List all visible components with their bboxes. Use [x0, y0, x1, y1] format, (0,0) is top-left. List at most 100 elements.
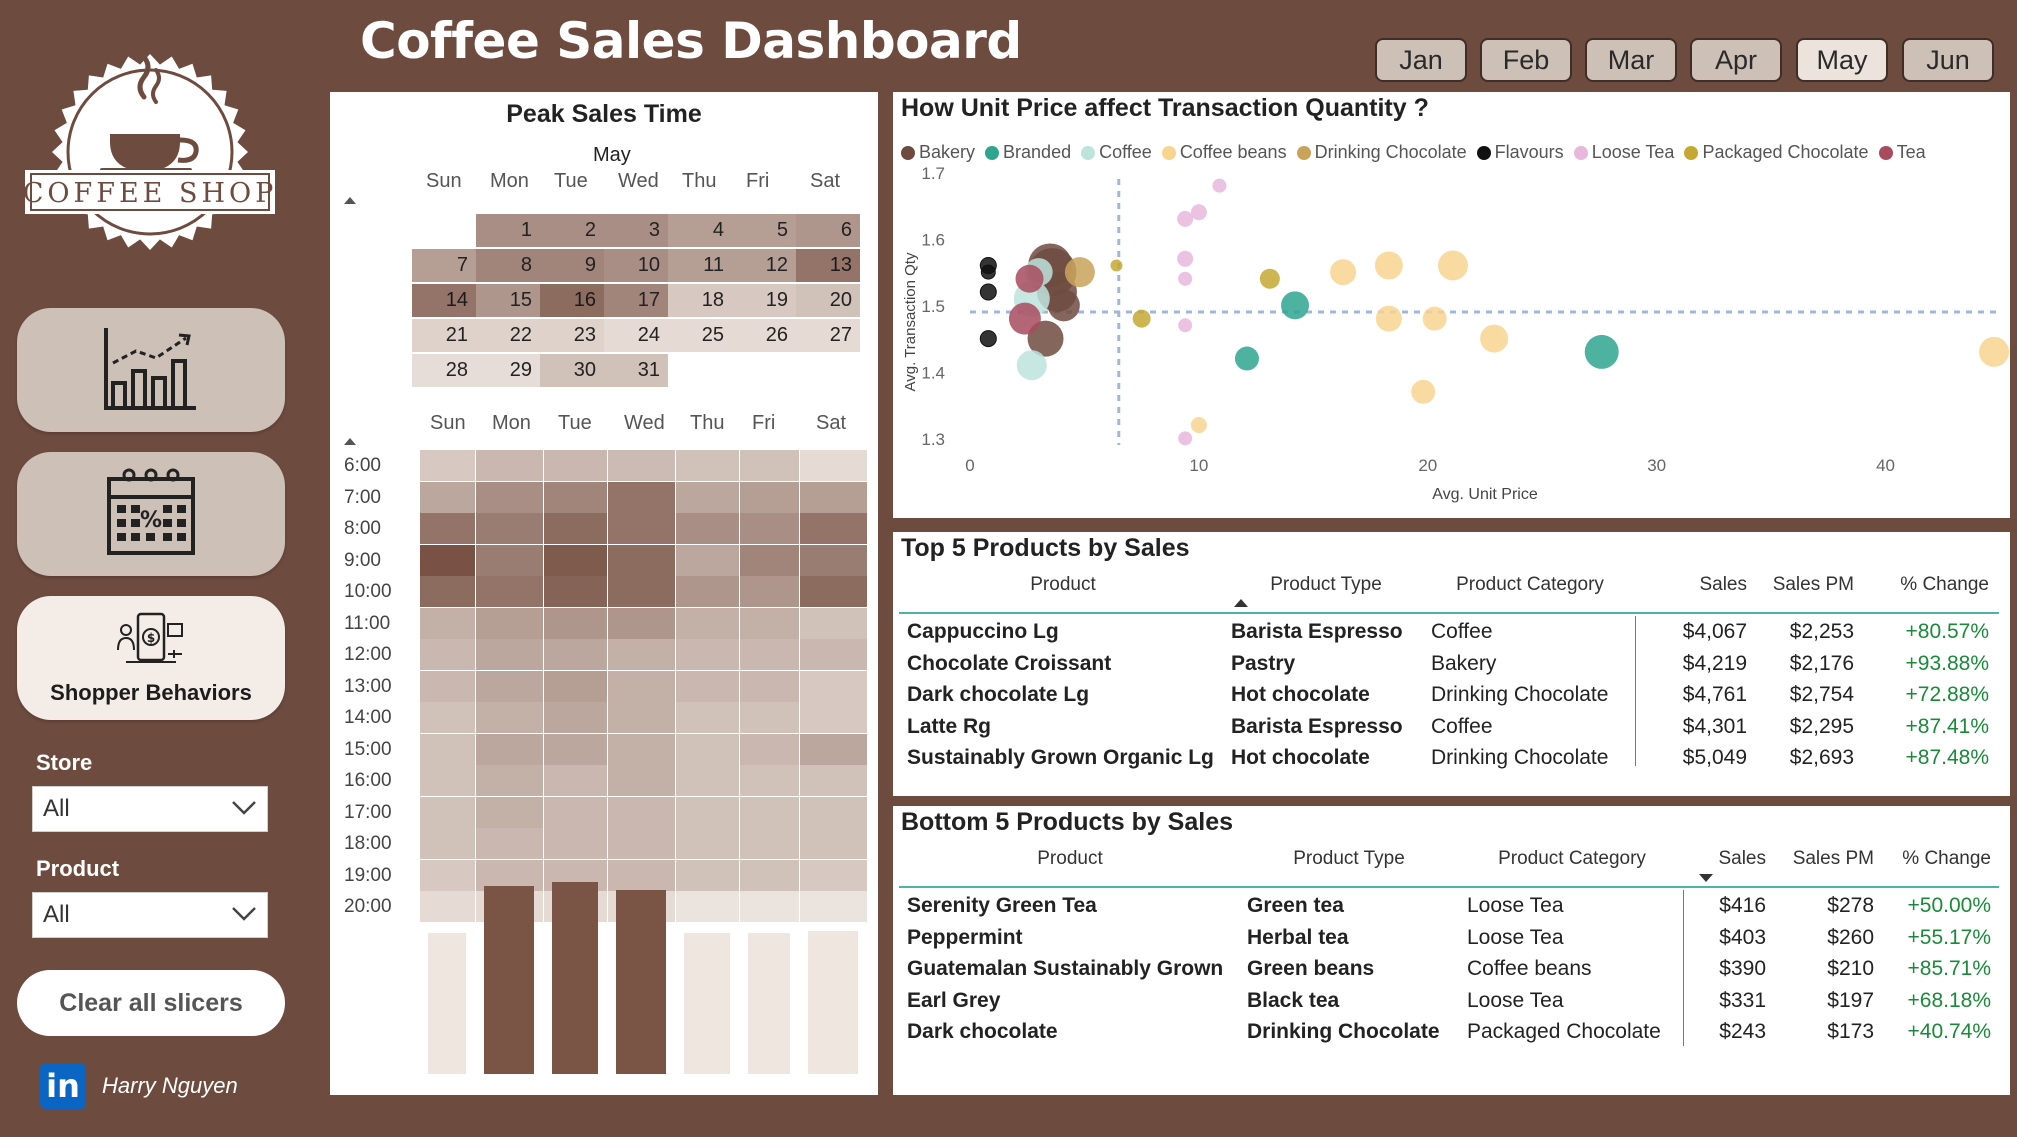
heatmap-cell[interactable]: [740, 828, 799, 859]
calendar-day-cell[interactable]: 19: [732, 284, 796, 317]
scatter-point[interactable]: [1190, 417, 1207, 434]
heatmap-cell[interactable]: [740, 733, 799, 765]
scatter-point[interactable]: [1584, 334, 1619, 369]
heatmap-cell[interactable]: [544, 576, 607, 607]
calendar-day-cell[interactable]: 27: [796, 319, 860, 352]
scatter-point[interactable]: [1375, 305, 1402, 332]
scatter-point[interactable]: [1330, 259, 1357, 286]
scatter-point[interactable]: [1480, 324, 1509, 353]
heatmap-cell[interactable]: [420, 639, 475, 670]
heatmap-cell[interactable]: [676, 670, 739, 702]
heatmap-cell[interactable]: [740, 607, 799, 639]
heatmap-cell[interactable]: [740, 481, 799, 513]
column-header[interactable]: Sales PM: [1793, 848, 1874, 870]
heatmap-cell[interactable]: [420, 828, 475, 859]
heatmap-cell[interactable]: [544, 733, 607, 765]
heatmap-cell[interactable]: [476, 702, 543, 733]
calendar-day-cell[interactable]: 15: [476, 284, 540, 317]
heatmap-cell[interactable]: [676, 481, 739, 513]
calendar-day-cell[interactable]: 7: [412, 249, 476, 282]
sort-ascending-icon[interactable]: [344, 197, 356, 204]
calendar-day-cell[interactable]: 30: [540, 354, 604, 387]
heatmap-cell[interactable]: [800, 891, 867, 922]
heatmap-cell[interactable]: [476, 481, 543, 513]
month-button-mar[interactable]: Mar: [1585, 38, 1677, 82]
scatter-point[interactable]: [1437, 250, 1468, 281]
heatmap-cell[interactable]: [800, 513, 867, 544]
heatmap-cell[interactable]: [800, 450, 867, 481]
column-header[interactable]: Sales: [1718, 848, 1766, 870]
calendar-day-cell[interactable]: 21: [412, 319, 476, 352]
weekday-sales-bar[interactable]: [684, 932, 730, 1074]
heatmap-cell[interactable]: [544, 796, 607, 828]
clear-all-slicers-button[interactable]: Clear all slicers: [17, 970, 285, 1036]
heatmap-cell[interactable]: [608, 576, 675, 607]
heatmap-cell[interactable]: [544, 513, 607, 544]
heatmap-cell[interactable]: [676, 733, 739, 765]
heatmap-cell[interactable]: [476, 544, 543, 576]
scatter-point[interactable]: [1015, 264, 1044, 293]
scatter-point[interactable]: [1047, 289, 1080, 322]
nav-shopper-behaviors-button[interactable]: $ Shopper Behaviors: [17, 596, 285, 720]
calendar-day-cell[interactable]: 13: [796, 249, 860, 282]
heatmap-cell[interactable]: [420, 859, 475, 891]
heatmap-cell[interactable]: [420, 733, 475, 765]
heatmap-cell[interactable]: [608, 639, 675, 670]
calendar-day-cell[interactable]: 5: [732, 214, 796, 247]
heatmap-cell[interactable]: [740, 796, 799, 828]
month-button-may[interactable]: May: [1796, 38, 1888, 82]
heatmap-cell[interactable]: [476, 450, 543, 481]
calendar-day-cell[interactable]: 17: [604, 284, 668, 317]
heatmap-cell[interactable]: [740, 891, 799, 922]
heatmap-cell[interactable]: [476, 607, 543, 639]
heatmap-cell[interactable]: [420, 481, 475, 513]
heatmap-cell[interactable]: [800, 702, 867, 733]
scatter-point[interactable]: [1979, 336, 2009, 367]
scatter-point[interactable]: [1178, 271, 1193, 286]
heatmap-cell[interactable]: [608, 481, 675, 513]
heatmap-cell[interactable]: [420, 796, 475, 828]
scatter-point[interactable]: [1016, 350, 1047, 381]
column-header[interactable]: % Change: [1902, 848, 1991, 870]
calendar-day-cell[interactable]: 4: [668, 214, 732, 247]
heatmap-cell[interactable]: [676, 513, 739, 544]
column-header[interactable]: Product Category: [1456, 574, 1604, 596]
linkedin-icon[interactable]: in: [40, 1063, 86, 1109]
heatmap-cell[interactable]: [676, 576, 739, 607]
heatmap-cell[interactable]: [420, 670, 475, 702]
heatmap-cell[interactable]: [676, 702, 739, 733]
calendar-day-cell[interactable]: 22: [476, 319, 540, 352]
nav-sales-overview-button[interactable]: [17, 308, 285, 432]
calendar-day-cell[interactable]: 16: [540, 284, 604, 317]
heatmap-cell[interactable]: [800, 828, 867, 859]
heatmap-cell[interactable]: [420, 607, 475, 639]
heatmap-cell[interactable]: [608, 513, 675, 544]
calendar-day-cell[interactable]: 26: [732, 319, 796, 352]
scatter-point[interactable]: [1411, 379, 1436, 404]
heatmap-cell[interactable]: [420, 450, 475, 481]
heatmap-cell[interactable]: [420, 513, 475, 544]
calendar-day-cell[interactable]: 14: [412, 284, 476, 317]
scatter-point[interactable]: [1110, 259, 1123, 272]
heatmap-cell[interactable]: [740, 702, 799, 733]
heatmap-cell[interactable]: [544, 702, 607, 733]
scatter-point[interactable]: [980, 264, 996, 280]
heatmap-cell[interactable]: [676, 607, 739, 639]
heatmap-cell[interactable]: [800, 639, 867, 670]
month-button-apr[interactable]: Apr: [1690, 38, 1782, 82]
heatmap-cell[interactable]: [544, 607, 607, 639]
heatmap-cell[interactable]: [420, 544, 475, 576]
heatmap-cell[interactable]: [740, 544, 799, 576]
heatmap-cell[interactable]: [800, 607, 867, 639]
weekday-sales-bar[interactable]: [748, 932, 790, 1074]
heatmap-cell[interactable]: [420, 576, 475, 607]
calendar-day-cell[interactable]: 24: [604, 319, 668, 352]
column-header[interactable]: % Change: [1900, 574, 1989, 596]
heatmap-cell[interactable]: [800, 670, 867, 702]
heatmap-cell[interactable]: [544, 828, 607, 859]
heatmap-cell[interactable]: [476, 670, 543, 702]
sort-descending-icon[interactable]: [1699, 874, 1713, 882]
calendar-day-cell[interactable]: 25: [668, 319, 732, 352]
heatmap-cell[interactable]: [608, 828, 675, 859]
heatmap-cell[interactable]: [608, 733, 675, 765]
